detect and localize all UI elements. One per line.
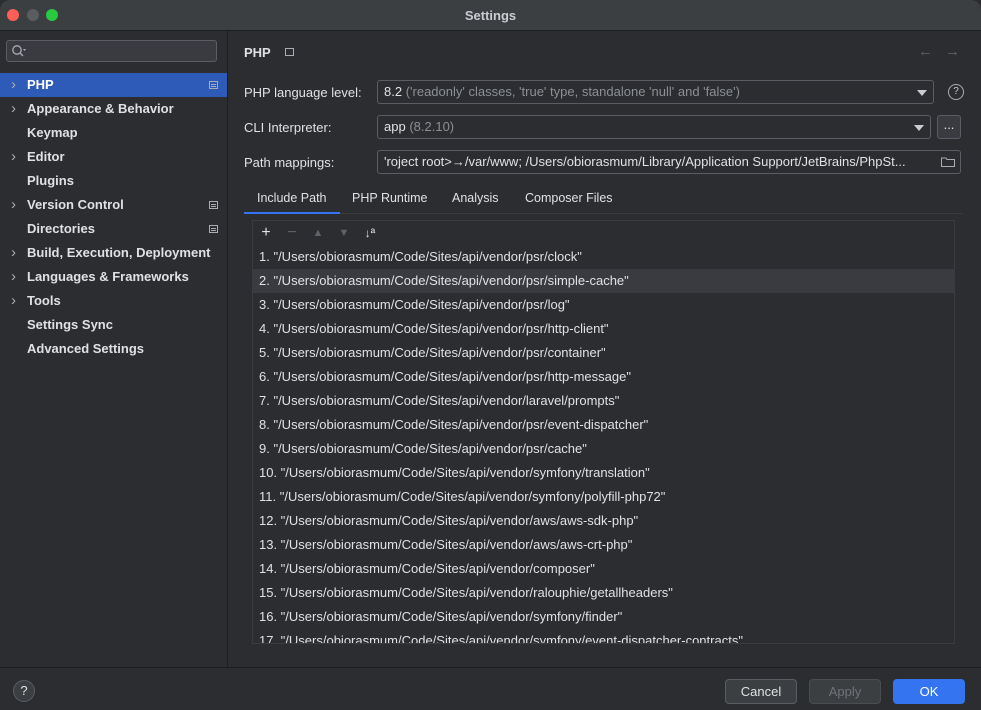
sidebar-item-label: Editor bbox=[27, 149, 65, 164]
settings-window: Settings › PHP › Appearance & Behavior Keyma… bbox=[0, 0, 981, 710]
php-settings-panel: PHP ← → PHP language level: 8.2 ('readon… bbox=[228, 31, 981, 667]
sidebar-item-php[interactable]: › PHP bbox=[0, 73, 227, 97]
list-item[interactable]: 6. "/Users/obiorasmum/Code/Sites/api/ven… bbox=[253, 365, 954, 389]
language-level-select[interactable]: 8.2 ('readonly' classes, 'true' type, st… bbox=[377, 80, 934, 104]
apply-button[interactable]: Apply bbox=[809, 679, 881, 704]
list-item[interactable]: 8. "/Users/obiorasmum/Code/Sites/api/ven… bbox=[253, 413, 954, 437]
browse-interpreter-button[interactable]: ... bbox=[937, 115, 961, 139]
sidebar-item-label: Keymap bbox=[27, 125, 78, 140]
list-item[interactable]: 4. "/Users/obiorasmum/Code/Sites/api/ven… bbox=[253, 317, 954, 341]
settings-tabs: Include Path PHP Runtime Analysis Compos… bbox=[244, 183, 963, 214]
tab-php-runtime[interactable]: PHP Runtime bbox=[352, 183, 428, 213]
cli-interpreter-version: (8.2.10) bbox=[409, 119, 455, 134]
sidebar-item-editor[interactable]: › Editor bbox=[0, 145, 227, 169]
list-item[interactable]: 10. "/Users/obiorasmum/Code/Sites/api/ve… bbox=[253, 461, 954, 485]
language-level-label: PHP language level: bbox=[244, 85, 362, 100]
sidebar-item-label: Directories bbox=[27, 221, 95, 236]
add-icon[interactable]: + bbox=[256, 223, 276, 243]
chevron-right-icon[interactable]: › bbox=[11, 97, 16, 121]
remove-icon[interactable]: − bbox=[282, 223, 302, 243]
settings-sidebar: › PHP › Appearance & Behavior Keymap › Editor P… bbox=[0, 31, 228, 667]
sidebar-item-label: Languages & Frameworks bbox=[27, 269, 189, 284]
chevron-right-icon[interactable]: › bbox=[11, 73, 16, 97]
list-item[interactable]: 3. "/Users/obiorasmum/Code/Sites/api/ven… bbox=[253, 293, 954, 317]
chevron-down-icon bbox=[917, 90, 927, 96]
list-item[interactable]: 2. "/Users/obiorasmum/Code/Sites/api/ven… bbox=[253, 269, 954, 293]
settings-search-input[interactable] bbox=[6, 40, 217, 62]
sidebar-item-label: Settings Sync bbox=[27, 317, 113, 332]
project-level-icon bbox=[209, 225, 218, 233]
cancel-button[interactable]: Cancel bbox=[725, 679, 797, 704]
list-item[interactable]: 15. "/Users/obiorasmum/Code/Sites/api/ve… bbox=[253, 581, 954, 605]
sidebar-item-appearance-behavior[interactable]: › Appearance & Behavior bbox=[0, 97, 227, 121]
path-mappings-label: Path mappings: bbox=[244, 155, 335, 170]
tab-analysis[interactable]: Analysis bbox=[452, 183, 499, 213]
help-button[interactable]: ? bbox=[13, 680, 35, 702]
tab-include-path[interactable]: Include Path bbox=[244, 183, 339, 214]
move-down-icon[interactable]: ▼ bbox=[334, 223, 354, 243]
sidebar-item-keymap[interactable]: Keymap bbox=[0, 121, 227, 145]
include-path-panel: + − ▲ ▼ ↓ª 1. "/Users/obiorasmum/Code/Si… bbox=[252, 220, 955, 644]
settings-nav: › PHP › Appearance & Behavior Keymap › Editor P… bbox=[0, 73, 227, 361]
sidebar-item-settings-sync[interactable]: Settings Sync bbox=[0, 313, 227, 337]
sidebar-item-tools[interactable]: › Tools bbox=[0, 289, 227, 313]
chevron-right-icon[interactable]: › bbox=[11, 289, 16, 313]
sidebar-item-languages-frameworks[interactable]: › Languages & Frameworks bbox=[0, 265, 227, 289]
language-level-detail: ('readonly' classes, 'true' type, standa… bbox=[405, 84, 740, 99]
list-item[interactable]: 9. "/Users/obiorasmum/Code/Sites/api/ven… bbox=[253, 437, 954, 461]
sidebar-item-label: Version Control bbox=[27, 197, 124, 212]
cli-interpreter-label: CLI Interpreter: bbox=[244, 120, 332, 135]
list-item[interactable]: 13. "/Users/obiorasmum/Code/Sites/api/ve… bbox=[253, 533, 954, 557]
list-item[interactable]: 12. "/Users/obiorasmum/Code/Sites/api/ve… bbox=[253, 509, 954, 533]
sidebar-item-label: PHP bbox=[27, 77, 54, 92]
sort-icon[interactable]: ↓ª bbox=[360, 223, 380, 243]
list-item[interactable]: 5. "/Users/obiorasmum/Code/Sites/api/ven… bbox=[253, 341, 954, 365]
project-level-icon bbox=[209, 201, 218, 209]
tab-composer-files[interactable]: Composer Files bbox=[525, 183, 613, 213]
project-level-icon bbox=[209, 81, 218, 89]
chevron-down-icon bbox=[914, 125, 924, 131]
chevron-right-icon[interactable]: › bbox=[11, 145, 16, 169]
include-path-toolbar: + − ▲ ▼ ↓ª bbox=[253, 221, 954, 245]
cli-interpreter-select[interactable]: app (8.2.10) bbox=[377, 115, 931, 139]
sidebar-item-label: Advanced Settings bbox=[27, 341, 145, 356]
sidebar-item-label: Build, Execution, Deployment bbox=[27, 245, 211, 260]
sidebar-item-build-execution-deployment[interactable]: › Build, Execution, Deployment bbox=[0, 241, 227, 265]
ok-button[interactable]: OK bbox=[893, 679, 965, 704]
cli-interpreter-value: app bbox=[384, 119, 406, 134]
title-bar: Settings bbox=[0, 0, 981, 31]
sidebar-item-version-control[interactable]: › Version Control bbox=[0, 193, 227, 217]
folder-icon[interactable] bbox=[941, 157, 955, 167]
list-item[interactable]: 11. "/Users/obiorasmum/Code/Sites/api/ve… bbox=[253, 485, 954, 509]
help-icon[interactable]: ? bbox=[948, 84, 964, 100]
list-item[interactable]: 17. "/Users/obiorasmum/Code/Sites/api/ve… bbox=[253, 629, 954, 643]
chevron-right-icon[interactable]: › bbox=[11, 265, 16, 289]
sidebar-item-plugins[interactable]: Plugins bbox=[0, 169, 227, 193]
sidebar-item-directories[interactable]: Directories bbox=[0, 217, 227, 241]
sidebar-item-label: Plugins bbox=[27, 173, 74, 188]
sidebar-item-advanced-settings[interactable]: Advanced Settings bbox=[0, 337, 227, 361]
search-icon bbox=[12, 45, 26, 57]
list-item[interactable]: 1. "/Users/obiorasmum/Code/Sites/api/ven… bbox=[253, 245, 954, 269]
path-mappings-field[interactable]: 'roject root>→/var/www; /Users/obiorasmu… bbox=[377, 150, 961, 174]
chevron-right-icon[interactable]: › bbox=[11, 241, 16, 265]
sidebar-item-label: Tools bbox=[27, 293, 61, 308]
list-item[interactable]: 7. "/Users/obiorasmum/Code/Sites/api/ven… bbox=[253, 389, 954, 413]
forward-arrow-icon[interactable]: → bbox=[945, 43, 960, 60]
list-item[interactable]: 16. "/Users/obiorasmum/Code/Sites/api/ve… bbox=[253, 605, 954, 629]
move-up-icon[interactable]: ▲ bbox=[308, 223, 328, 243]
path-mappings-value: 'roject root>→/var/www; /Users/obiorasmu… bbox=[384, 154, 906, 169]
language-level-value: 8.2 bbox=[384, 84, 403, 99]
page-title: PHP bbox=[244, 45, 271, 60]
chevron-right-icon[interactable]: › bbox=[11, 193, 16, 217]
include-path-list: 1. "/Users/obiorasmum/Code/Sites/api/ven… bbox=[253, 245, 954, 643]
sidebar-item-label: Appearance & Behavior bbox=[27, 101, 174, 116]
dialog-footer: ? Cancel Apply OK bbox=[0, 667, 981, 710]
window-title: Settings bbox=[464, 8, 517, 23]
project-level-icon bbox=[285, 48, 294, 56]
list-item[interactable]: 14. "/Users/obiorasmum/Code/Sites/api/ve… bbox=[253, 557, 954, 581]
back-arrow-icon[interactable]: ← bbox=[918, 43, 933, 60]
